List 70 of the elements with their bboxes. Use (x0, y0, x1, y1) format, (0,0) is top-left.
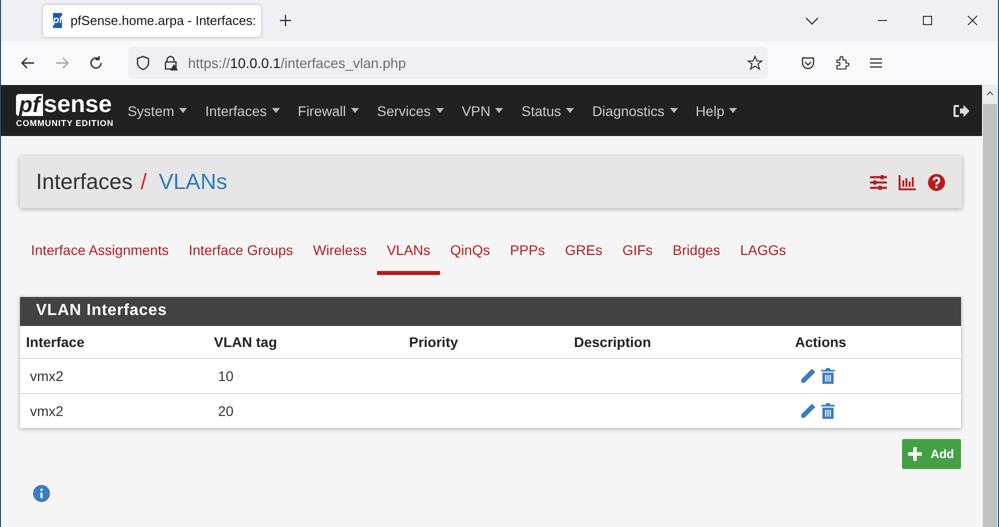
favicon: pf (53, 13, 62, 28)
reload-icon[interactable] (88, 55, 104, 71)
table-cell-text: vmx2 (29, 368, 64, 384)
browser-tab[interactable]: pf pfSense.home.arpa - Interfaces: (43, 4, 261, 36)
caret-icon (566, 108, 574, 113)
nav-menu[interactable]: Status (521, 102, 574, 118)
close-window-icon[interactable] (967, 15, 978, 26)
column-header: Interface (26, 334, 86, 350)
back-icon[interactable] (20, 55, 36, 71)
pencil-icon[interactable] (799, 367, 817, 385)
subtab[interactable]: GIFs (612, 236, 663, 275)
caret-icon (351, 108, 359, 113)
star-icon[interactable] (747, 55, 763, 71)
column-header: Priority (409, 334, 460, 350)
column-header: Actions (795, 334, 848, 350)
chevron-down-icon[interactable] (805, 16, 819, 24)
tab-title: pfSense.home.arpa - Interfaces: (70, 13, 256, 28)
table-cell-text: vmx2 (29, 403, 64, 419)
bar-chart-icon[interactable] (898, 174, 917, 190)
subtab[interactable]: Wireless (303, 236, 377, 275)
table-cell-text: 10 (217, 368, 235, 384)
new-tab-icon[interactable] (279, 14, 292, 27)
caret-icon (179, 108, 188, 113)
shield-icon (135, 55, 151, 71)
subtab[interactable]: Interface Groups (178, 236, 304, 275)
nav-menu[interactable]: Interfaces (205, 102, 280, 118)
trash-icon[interactable] (819, 402, 837, 420)
subtab[interactable]: PPPs (500, 236, 555, 275)
caret-icon (495, 108, 504, 113)
logout-icon[interactable] (952, 102, 970, 118)
scroll-up-icon[interactable] (986, 91, 994, 96)
lock-warning-icon (163, 55, 179, 71)
subtab[interactable]: LAGGs (730, 236, 796, 275)
help-icon[interactable] (927, 174, 946, 190)
caret-icon (272, 108, 280, 113)
extensions-icon[interactable] (834, 55, 850, 71)
breadcrumb-parent[interactable]: Interfaces (36, 169, 133, 195)
subtab[interactable]: Interface Assignments (21, 236, 179, 275)
breadcrumb-separator: / (140, 169, 147, 195)
plus-icon (906, 446, 923, 462)
table-cell-text: 20 (217, 403, 235, 419)
pocket-icon[interactable] (800, 55, 816, 71)
maximize-icon[interactable] (922, 15, 933, 26)
edition-label: COMMUNITY EDITION (16, 118, 114, 128)
panel-heading: VLAN Interfaces (20, 297, 961, 326)
pencil-icon[interactable] (799, 402, 817, 420)
caret-icon (436, 108, 444, 113)
scrollbar[interactable] (982, 85, 998, 527)
nav-menu[interactable]: Services (377, 102, 444, 118)
nav-menu[interactable]: Help (696, 102, 738, 118)
trash-icon[interactable] (819, 367, 837, 385)
address-bar[interactable]: https://10.0.0.1/interfaces_vlan.php (128, 47, 768, 79)
nav-menu[interactable]: System (128, 102, 188, 118)
subtab[interactable]: VLANs (376, 236, 440, 275)
subtab[interactable]: QinQs (440, 236, 500, 275)
logo-text[interactable]: sense (44, 94, 112, 116)
caret-icon (670, 108, 678, 113)
caret-icon (729, 108, 738, 113)
logo-mark[interactable]: pf (16, 94, 43, 116)
nav-menu[interactable]: Firewall (298, 102, 359, 118)
subtab[interactable]: Bridges (662, 236, 730, 275)
info-icon[interactable] (33, 485, 50, 502)
column-header: VLAN tag (214, 334, 278, 350)
sliders-icon[interactable] (869, 174, 888, 190)
url-text: https://10.0.0.1/interfaces_vlan.php (188, 55, 406, 71)
breadcrumb-current[interactable]: VLANs (158, 169, 228, 195)
column-header: Description (574, 334, 652, 350)
subtab[interactable]: GREs (554, 236, 612, 275)
nav-menu[interactable]: VPN (462, 102, 504, 118)
nav-menu[interactable]: Diagnostics (592, 102, 678, 118)
